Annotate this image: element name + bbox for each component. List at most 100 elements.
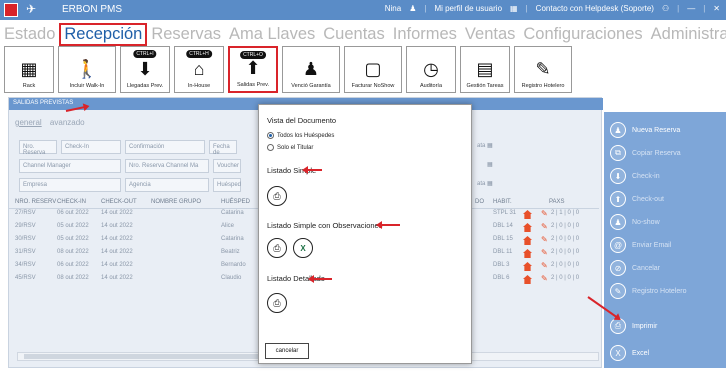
col-paxs[interactable]: PAXS xyxy=(549,199,565,205)
hotel-register-button[interactable]: ✎ Registro Hotelero xyxy=(514,46,572,93)
calendar-icon[interactable]: ▦ xyxy=(487,161,493,168)
menu-administracion[interactable]: Administración xyxy=(647,25,726,44)
guest-field[interactable]: Huésped xyxy=(213,178,241,192)
printer-icon: ⎙ xyxy=(273,190,281,201)
simple-obs-print-button[interactable]: ⎙ xyxy=(267,238,287,258)
col-checkout[interactable]: CHECK-OUT xyxy=(101,199,137,205)
channel-reservation-field[interactable]: Nro. Reserva Channel Ma xyxy=(125,159,209,173)
cell-nro: 29/RSV xyxy=(15,223,36,229)
house-icon xyxy=(523,236,532,245)
arrival-icon: ⬇ xyxy=(137,59,153,79)
col-group[interactable]: NOMBRE GRUPO xyxy=(151,199,201,205)
user-name[interactable]: Nina xyxy=(385,4,401,13)
col-guest[interactable]: HUÉSPED xyxy=(221,199,250,205)
date-to-field[interactable]: ata xyxy=(477,181,485,187)
detailed-print-button[interactable]: ⎙ xyxy=(267,293,287,313)
noshow-button[interactable]: ♟ No-show xyxy=(610,214,660,230)
bill-noshow-button[interactable]: ▢ Facturar NoShow xyxy=(344,46,402,93)
menu-ama-llaves[interactable]: Ama Llaves xyxy=(225,25,319,44)
in-house-button[interactable]: CTRL+H ⌂ In-House xyxy=(174,46,224,93)
scrollbar-thumb[interactable] xyxy=(24,354,274,359)
title-bar: ✈ ERBON PMS Nina ♟ | Mi perfil de usuari… xyxy=(0,0,726,20)
edit-icon[interactable]: ✎ xyxy=(541,222,548,231)
calendar-icon[interactable]: ▦ xyxy=(487,142,493,149)
col-room[interactable]: HABIT. xyxy=(493,199,512,205)
date-to-field[interactable]: ata xyxy=(477,143,485,149)
support-link[interactable]: Contacto con Helpdesk (Soporte) xyxy=(536,4,654,13)
date-field[interactable]: Fecha de xyxy=(209,140,237,156)
minimize-button[interactable]: — xyxy=(687,4,695,13)
edit-icon[interactable]: ✎ xyxy=(541,261,548,270)
departures-button[interactable]: CTRL+O ⬆ Salidas Prev. xyxy=(228,46,278,93)
checkin-field[interactable]: Check-In xyxy=(61,140,121,154)
channel-manager-field[interactable]: Channel Manager xyxy=(19,159,121,173)
edit-icon[interactable]: ✎ xyxy=(541,274,548,283)
col-do[interactable]: DO xyxy=(475,199,484,205)
user-icon: ♟ xyxy=(409,4,417,13)
cell-guest: Alice xyxy=(221,223,235,229)
hotel-register-side-button[interactable]: ✎ Registro Hotelero xyxy=(610,283,686,299)
new-reservation-button[interactable]: ♟ Nueva Reserva xyxy=(610,122,680,138)
cell-paxs: 2 | 0 | 0 | 0 xyxy=(551,262,580,268)
radio-all-guests[interactable]: Todos los Huéspedes xyxy=(267,132,334,139)
menu-configuraciones[interactable]: Configuraciones xyxy=(519,25,646,44)
menu-ventas[interactable]: Ventas xyxy=(461,25,519,44)
menu-estado[interactable]: Estado xyxy=(0,25,59,44)
cell-paxs: 2 | 0 | 0 | 0 xyxy=(551,275,580,281)
walk-in-button[interactable]: 🚶 Incluir Walk-In xyxy=(58,46,116,93)
cell-checkin: 08 out 2022 xyxy=(57,275,89,281)
walk-in-icon: 🚶 xyxy=(75,59,99,79)
menu-reservas[interactable]: Reservas xyxy=(147,25,225,44)
audit-button[interactable]: ◷ Auditoría xyxy=(406,46,456,93)
simple-print-button[interactable]: ⎙ xyxy=(267,186,287,206)
menu-cuentas[interactable]: Cuentas xyxy=(319,25,388,44)
col-checkin[interactable]: CHECK-IN xyxy=(57,199,86,205)
cell-guest: Catarina xyxy=(221,210,244,216)
profile-link[interactable]: Mi perfil de usuario xyxy=(434,4,502,13)
voucher-field[interactable]: Voucher xyxy=(213,159,241,173)
checkin-button[interactable]: ⬇ Check-in xyxy=(610,168,660,184)
edit-icon[interactable]: ✎ xyxy=(541,235,548,244)
arrivals-button[interactable]: CTRL+I ⬇ Llegadas Prev. xyxy=(120,46,170,93)
tasks-button[interactable]: ▤ Gestión Tareas xyxy=(460,46,510,93)
guarantee-expired-button[interactable]: ♟ Venció Garantía xyxy=(282,46,340,93)
document-icon: ▢ xyxy=(364,59,382,79)
company-field[interactable]: Empresa xyxy=(19,178,121,192)
confirmation-field[interactable]: Confirmación xyxy=(125,140,205,154)
pencil-icon: ✎ xyxy=(610,283,626,299)
cell-nro: 30/RSV xyxy=(15,236,36,242)
cell-nro: 31/RSV xyxy=(15,249,36,255)
agency-field[interactable]: Agencia xyxy=(125,178,209,192)
excel-button[interactable]: X Excel xyxy=(610,345,649,361)
cell-room: DBL 15 xyxy=(493,236,513,242)
radio-holder-only[interactable]: Solo el Titular xyxy=(267,144,313,151)
rack-icon: ▦ xyxy=(20,59,38,79)
toolbar: ▦ Rack 🚶 Incluir Walk-In CTRL+I ⬇ Llegad… xyxy=(4,46,572,94)
rack-button[interactable]: ▦ Rack xyxy=(4,46,54,93)
copy-reservation-button[interactable]: ⧉ Copiar Reserva xyxy=(610,145,681,161)
checkout-icon: ⬆ xyxy=(610,191,626,207)
tab-general[interactable]: general xyxy=(15,118,42,127)
edit-icon[interactable]: ✎ xyxy=(541,248,548,257)
cancel-button[interactable]: cancelar xyxy=(265,343,309,359)
checkout-button[interactable]: ⬆ Check-out xyxy=(610,191,664,207)
tab-advanced[interactable]: avanzado xyxy=(50,118,85,127)
cell-room: STPL 31 xyxy=(493,210,517,216)
simple-obs-list-label: Listado Simple con Observaciones xyxy=(267,221,383,230)
edit-icon[interactable]: ✎ xyxy=(541,209,548,218)
house-icon xyxy=(523,210,532,219)
cell-room: DBL 14 xyxy=(493,223,513,229)
at-icon: @ xyxy=(610,237,626,253)
dialog-title: Vista del Documento xyxy=(267,116,337,125)
menu-informes[interactable]: Informes xyxy=(389,25,461,44)
cancel-reservation-button[interactable]: ⊘ Cancelar xyxy=(610,260,660,276)
cell-checkout: 14 out 2022 xyxy=(101,236,133,242)
house-icon: ⌂ xyxy=(193,59,205,79)
calendar-icon[interactable]: ▦ xyxy=(487,180,493,187)
simple-obs-excel-button[interactable]: X xyxy=(293,238,313,258)
reservation-number-field[interactable]: Nro. Reserva xyxy=(19,140,57,156)
menu-recepcion[interactable]: Recepción xyxy=(59,22,148,46)
col-nro[interactable]: NRO. RESERV xyxy=(15,199,56,205)
close-button[interactable]: ✕ xyxy=(713,4,720,13)
send-email-button[interactable]: @ Enviar Email xyxy=(610,237,671,253)
